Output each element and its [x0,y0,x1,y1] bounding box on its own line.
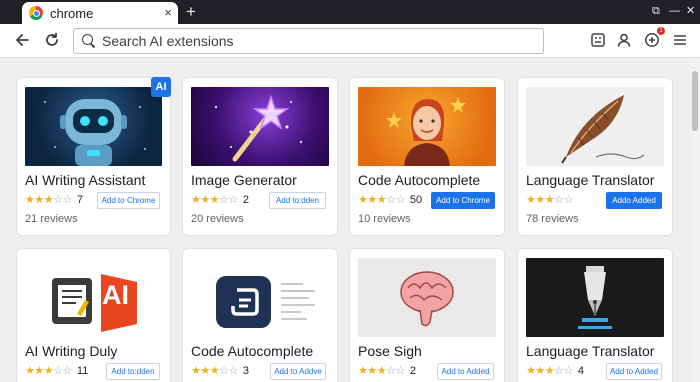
browser-tab[interactable]: chrome × [22,2,178,24]
rating-count: 4 [577,364,584,377]
extensions-grid: AI AI Writing Assistant ★★★☆☆ 7 21 revie… [0,59,690,382]
restore-window-icon[interactable]: ⧉ [652,4,660,18]
extension-title: AI Writing Duly [25,343,118,359]
rating: ★★★☆☆ 4 [526,364,584,378]
rating: ★★★☆☆ 3 [191,364,249,378]
extension-card[interactable]: Code Autocomplete ★★★☆☆ 50 10 reviews Ad… [350,78,504,235]
minimize-window-icon[interactable]: — [669,4,680,18]
extension-title: AI Writing Assistant [25,172,146,188]
rating: ★★★☆☆ 50 [358,193,423,207]
review-count: 20 reviews [191,213,244,225]
menu-icon[interactable] [670,30,690,50]
add-button[interactable]: Add to:dden [269,192,326,209]
tab-strip: chrome × + ⧉ — ✕ [0,0,700,24]
extension-card[interactable]: Language Translator ★★★☆☆ 78 reviews Add… [518,78,672,235]
avatar-thumbnail [358,87,496,166]
robot-thumbnail [25,87,162,166]
extension-card[interactable]: Language Translator ★★★☆☆ 4 Add to Added [518,249,672,382]
rating-count: 3 [242,364,249,377]
back-arrow-icon[interactable] [12,30,32,50]
rating: ★★★☆☆ 2 [358,364,416,378]
star-rating-icon: ★★★☆☆ [191,194,238,206]
review-count: 78 reviews [526,213,579,225]
add-to-chrome-button[interactable]: Add to Chrome [97,192,160,209]
review-count: 21 reviews [25,213,78,225]
rating-count: 7 [76,193,83,206]
tab-title: chrome [50,5,94,21]
search-input[interactable] [102,33,522,49]
vertical-scrollbar[interactable] [690,59,700,382]
chrome-logo-icon [29,6,43,20]
extension-title: Code Autocomplete [191,343,314,359]
star-rating-icon: ★★★☆☆ [526,365,573,377]
add-button[interactable]: Add to Addve [270,363,326,380]
rating-count: 2 [409,364,416,377]
review-count: 10 reviews [358,213,411,225]
rating-count: 50 [409,193,423,206]
extension-card[interactable]: AI AI Writing Assistant ★★★☆☆ 7 21 revie… [17,77,171,235]
browser-toolbar: 1 [0,24,700,58]
ai-logo-text: AI [102,280,129,310]
pen-nib-thumbnail [526,258,664,337]
star-rating-icon: ★★★☆☆ [25,365,72,377]
extension-card[interactable]: Code Autocomplete ★★★☆☆ 3 Add to Addve [183,249,337,382]
added-button[interactable]: Addo Added [606,192,662,209]
add-button[interactable]: Add to Added [437,363,494,380]
extension-card[interactable]: AI AI Writing Duly ★★★☆☆ 11 Add to:dden [17,249,170,382]
reload-icon[interactable] [42,30,62,50]
close-tab-icon[interactable]: × [164,5,172,21]
rating-count: 2 [242,193,249,206]
rating: ★★★☆☆ 2 [191,193,249,207]
brain-thumbnail [358,258,496,337]
writing-logo-thumbnail: AI [25,258,162,337]
magic-wand-thumbnail [191,87,329,166]
extension-title: Language Translator [526,343,655,359]
add-to-chrome-button[interactable]: Add to Chrome [431,192,495,209]
extension-title: Pose Sigh [358,343,422,359]
star-rating-icon: ★★★☆☆ [358,194,405,206]
scrollbar-thumb[interactable] [692,71,698,131]
code-logo-thumbnail [191,258,329,337]
search-icon [82,34,96,48]
profile-icon[interactable] [614,30,634,50]
screenshot-icon[interactable] [588,30,608,50]
extension-title: Language Translator [526,172,655,188]
rating-count: 11 [76,364,89,377]
extension-card[interactable]: Pose Sigh ★★★☆☆ 2 Add to Added [350,249,504,382]
rating: ★★★☆☆ 7 [25,193,83,207]
extension-title: Code Autocomplete [358,172,481,188]
rating: ★★★☆☆ 11 [25,364,89,378]
star-rating-icon: ★★★☆☆ [526,194,573,206]
close-window-icon[interactable]: ✕ [686,4,695,18]
rating: ★★★☆☆ [526,193,578,206]
star-rating-icon: ★★★☆☆ [191,365,238,377]
extensions-icon[interactable]: 1 [642,27,665,50]
extension-title: Image Generator [191,172,297,188]
notification-badge: 1 [657,27,665,35]
quill-thumbnail [526,87,664,166]
star-rating-icon: ★★★☆☆ [25,194,72,206]
add-button[interactable]: Add to:dden [106,363,160,380]
add-button[interactable]: Add to Added [606,363,662,380]
ai-badge: AI [151,77,171,97]
extension-card[interactable]: Image Generator ★★★☆☆ 2 20 reviews Add t… [183,78,337,235]
search-box[interactable] [73,28,544,54]
new-tab-button[interactable]: + [186,3,196,20]
star-rating-icon: ★★★☆☆ [358,365,405,377]
